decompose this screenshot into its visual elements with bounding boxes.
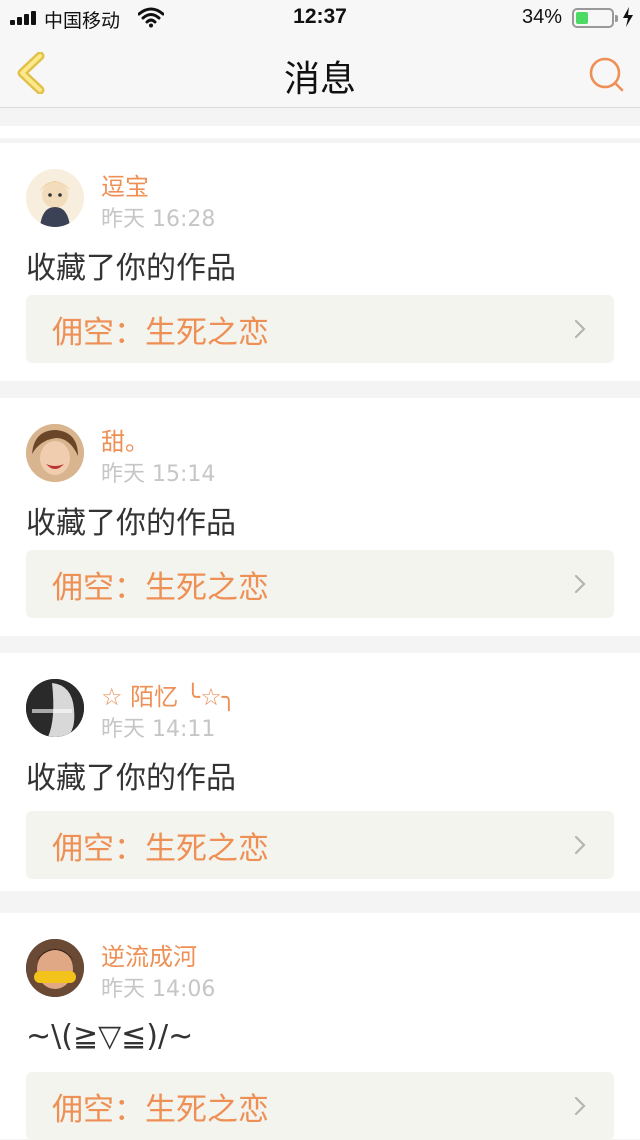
work-title: 佣空：生死之恋	[52, 315, 269, 351]
avatar[interactable]	[26, 169, 84, 227]
page-title: 消息	[283, 59, 356, 100]
chevron-right-icon	[574, 1096, 586, 1116]
search-icon	[589, 57, 624, 92]
avatar[interactable]	[26, 939, 84, 997]
nav-bar: 消息	[0, 36, 640, 108]
charging-bolt-icon	[623, 7, 633, 27]
chevron-right-icon	[574, 319, 586, 339]
message-card: 逗宝 昨天 16:28 收藏了你的作品 佣空：生死之恋	[0, 143, 640, 381]
timestamp: 昨天 15:14	[101, 462, 216, 487]
work-link[interactable]: 佣空：生死之恋	[26, 550, 614, 618]
message-card: 逆流成河 昨天 14:06 ~\(≧▽≦)/~ 佣空：生死之恋	[0, 913, 640, 1140]
work-title: 佣空：生死之恋	[52, 1092, 269, 1128]
timestamp: 昨天 14:11	[101, 717, 216, 742]
avatar-image	[26, 679, 84, 737]
message-text: 收藏了你的作品	[26, 761, 236, 796]
avatar[interactable]	[26, 679, 84, 737]
work-title: 佣空：生死之恋	[52, 570, 269, 606]
message-text: ~\(≧▽≦)/~	[26, 1019, 194, 1054]
chevron-right-icon	[574, 574, 586, 594]
message-text: 收藏了你的作品	[26, 251, 236, 286]
work-link[interactable]: 佣空：生死之恋	[26, 1072, 614, 1140]
work-title: 佣空：生死之恋	[52, 831, 269, 867]
search-button[interactable]	[586, 54, 626, 94]
card-divider-strip	[0, 126, 640, 138]
timestamp: 昨天 16:28	[101, 207, 216, 232]
username[interactable]: 甜。	[101, 422, 149, 457]
username[interactable]: 逆流成河	[101, 937, 197, 972]
avatar-image	[26, 939, 84, 997]
avatar-image	[40, 181, 70, 227]
battery-icon	[572, 8, 618, 28]
battery-percentage: 34%	[522, 6, 563, 28]
avatar-image	[26, 424, 84, 482]
timestamp: 昨天 14:06	[101, 977, 216, 1002]
message-card: 甜。 昨天 15:14 收藏了你的作品 佣空：生死之恋	[0, 398, 640, 636]
status-bar: 中国移动 12:37 34%	[0, 0, 640, 36]
username[interactable]: ☆ 陌忆 ╰☆╮	[101, 677, 236, 712]
avatar[interactable]	[26, 424, 84, 482]
message-card: ☆ 陌忆 ╰☆╮ 昨天 14:11 收藏了你的作品 佣空：生死之恋	[0, 653, 640, 891]
work-link[interactable]: 佣空：生死之恋	[26, 295, 614, 363]
work-link[interactable]: 佣空：生死之恋	[26, 811, 614, 879]
chevron-right-icon	[574, 835, 586, 855]
username[interactable]: 逗宝	[101, 167, 149, 202]
message-text: 收藏了你的作品	[26, 506, 236, 541]
